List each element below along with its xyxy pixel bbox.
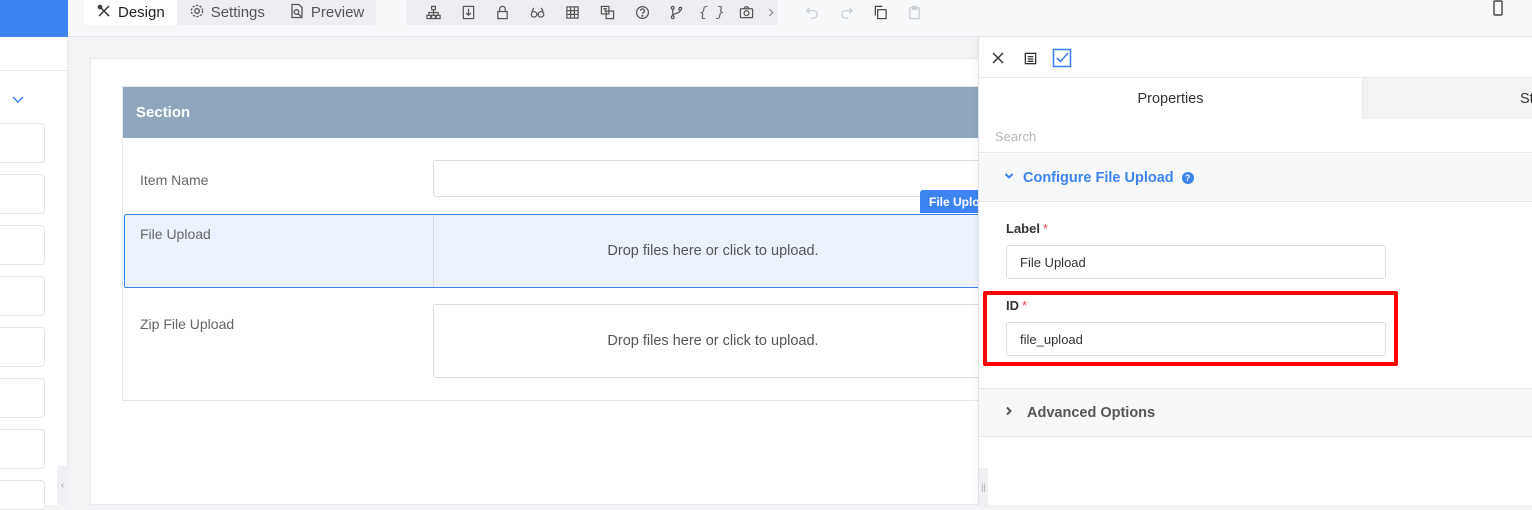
help-circle-icon[interactable]: ? [1181, 171, 1194, 184]
mode-tabs: Design Settings Preview [84, 0, 377, 25]
component-tile[interactable] [0, 123, 45, 163]
tab-properties[interactable]: Properties [979, 78, 1363, 119]
dropzone-text: Drop files here or click to upload. [607, 333, 819, 349]
advanced-options-header[interactable]: Advanced Options [979, 388, 1532, 437]
chevron-right-icon[interactable] [764, 0, 778, 25]
panel-actions [987, 47, 1073, 69]
tab-preview-label: Preview [310, 4, 365, 21]
camera-icon[interactable] [729, 0, 764, 25]
configure-section-header[interactable]: Configure File Upload ? [979, 154, 1532, 202]
tab-settings-label: Settings [210, 4, 265, 21]
sidebar-divider [0, 70, 68, 71]
item-name-label: Item Name [140, 172, 209, 188]
close-icon[interactable] [987, 47, 1009, 69]
component-tile[interactable] [0, 378, 45, 418]
chevron-down-icon [1003, 170, 1015, 186]
section-header: Section [123, 87, 983, 138]
panel-tabs: Properties Style [979, 77, 1532, 119]
id-input[interactable] [1006, 322, 1386, 356]
branch-icon[interactable] [660, 0, 695, 25]
preview-doc-icon [289, 3, 305, 23]
edit-icons [800, 0, 926, 25]
file-upload-dropzone[interactable]: Drop files here or click to upload. [433, 214, 993, 288]
id-field-label: ID * [1006, 298, 1027, 313]
braces-icon[interactable]: { } [694, 0, 729, 25]
table-icon[interactable] [555, 0, 590, 25]
pdf-icon[interactable] [451, 0, 486, 25]
component-tile[interactable] [0, 174, 45, 214]
component-tile[interactable] [0, 276, 45, 316]
tab-design[interactable]: Design [84, 0, 177, 25]
file-upload-label: File Upload [140, 226, 211, 242]
label-input[interactable] [1006, 245, 1386, 279]
redo-icon[interactable] [834, 5, 858, 20]
required-mark: * [1022, 298, 1028, 313]
selected-component-tag[interactable]: File Upload [920, 190, 982, 213]
sidebar-collapse-handle[interactable]: ‹ [57, 466, 68, 505]
item-name-input[interactable] [433, 160, 993, 197]
form-section[interactable]: Section Item Name File Upload Drop files… [122, 86, 994, 401]
left-sidebar [0, 37, 68, 510]
properties-panel: Properties Style Configure File Upload ?… [978, 37, 1532, 505]
component-tile[interactable] [0, 225, 45, 265]
top-toolbar: Design Settings Preview { } [0, 0, 1532, 37]
tab-preview[interactable]: Preview [277, 0, 376, 25]
component-tile[interactable] [0, 480, 45, 510]
label-field-label: Label * [1006, 221, 1048, 236]
zip-file-upload-dropzone[interactable]: Drop files here or click to upload. [433, 304, 993, 378]
undo-icon[interactable] [800, 5, 824, 20]
tab-settings[interactable]: Settings [177, 0, 277, 25]
hierarchy-icon[interactable] [416, 0, 451, 25]
chevron-right-icon [1003, 405, 1015, 421]
tab-design-label: Design [118, 4, 165, 21]
configure-title: Configure File Upload [1023, 169, 1174, 186]
tool-icons-bar: { } [406, 0, 778, 25]
form-view-icon[interactable] [1019, 47, 1041, 69]
checkbox-checked-icon[interactable] [1051, 47, 1073, 69]
paste-icon[interactable] [902, 5, 926, 20]
glasses-icon[interactable] [520, 0, 555, 25]
properties-search-input[interactable] [979, 120, 1532, 153]
design-tools-icon [96, 3, 112, 23]
tab-style[interactable]: Style [1363, 78, 1532, 119]
lock-icon[interactable] [486, 0, 521, 25]
required-mark: * [1042, 221, 1049, 236]
advanced-options-title: Advanced Options [1027, 404, 1156, 421]
mobile-device-icon[interactable] [1490, 0, 1506, 18]
chevron-down-icon[interactable] [10, 93, 26, 107]
panel-resize-handle[interactable]: || [979, 468, 988, 505]
gear-icon [189, 3, 205, 23]
translate-icon[interactable] [590, 0, 625, 25]
dropzone-text: Drop files here or click to upload. [607, 243, 819, 259]
id-field-text: ID [1006, 298, 1019, 313]
component-tile[interactable] [0, 327, 45, 367]
help-icon[interactable] [625, 0, 660, 25]
label-field-text: Label [1006, 221, 1040, 236]
brand-area [0, 0, 68, 37]
copy-icon[interactable] [868, 5, 892, 20]
component-tile[interactable] [0, 429, 45, 469]
zip-file-upload-label: Zip File Upload [140, 316, 235, 332]
